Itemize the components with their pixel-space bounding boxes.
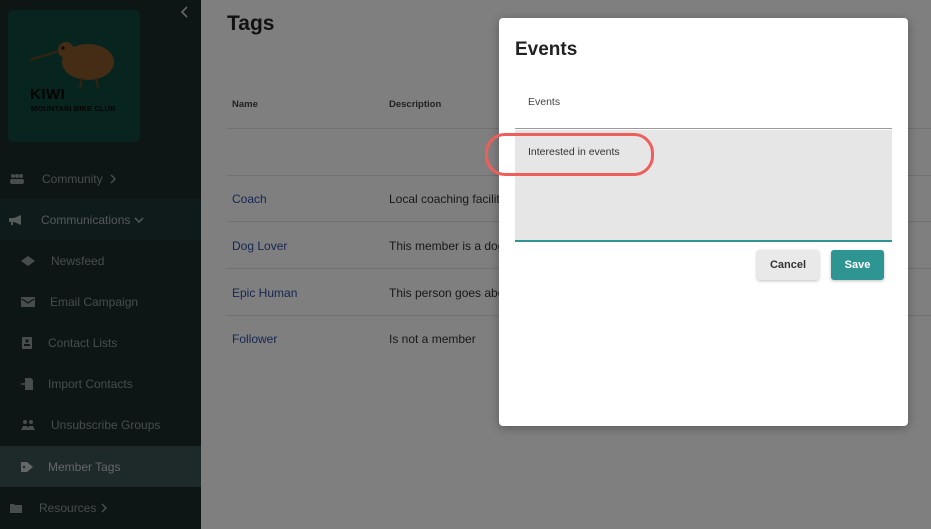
- dialog-title: Events: [515, 39, 578, 60]
- annotation-highlight-circle: [485, 133, 654, 176]
- tag-name-field: [515, 91, 892, 129]
- tag-name-input[interactable]: [528, 96, 868, 108]
- cancel-button[interactable]: Cancel: [757, 250, 819, 280]
- save-button[interactable]: Save: [831, 250, 884, 280]
- edit-tag-dialog: Events Interested in events Cancel Save: [499, 18, 908, 426]
